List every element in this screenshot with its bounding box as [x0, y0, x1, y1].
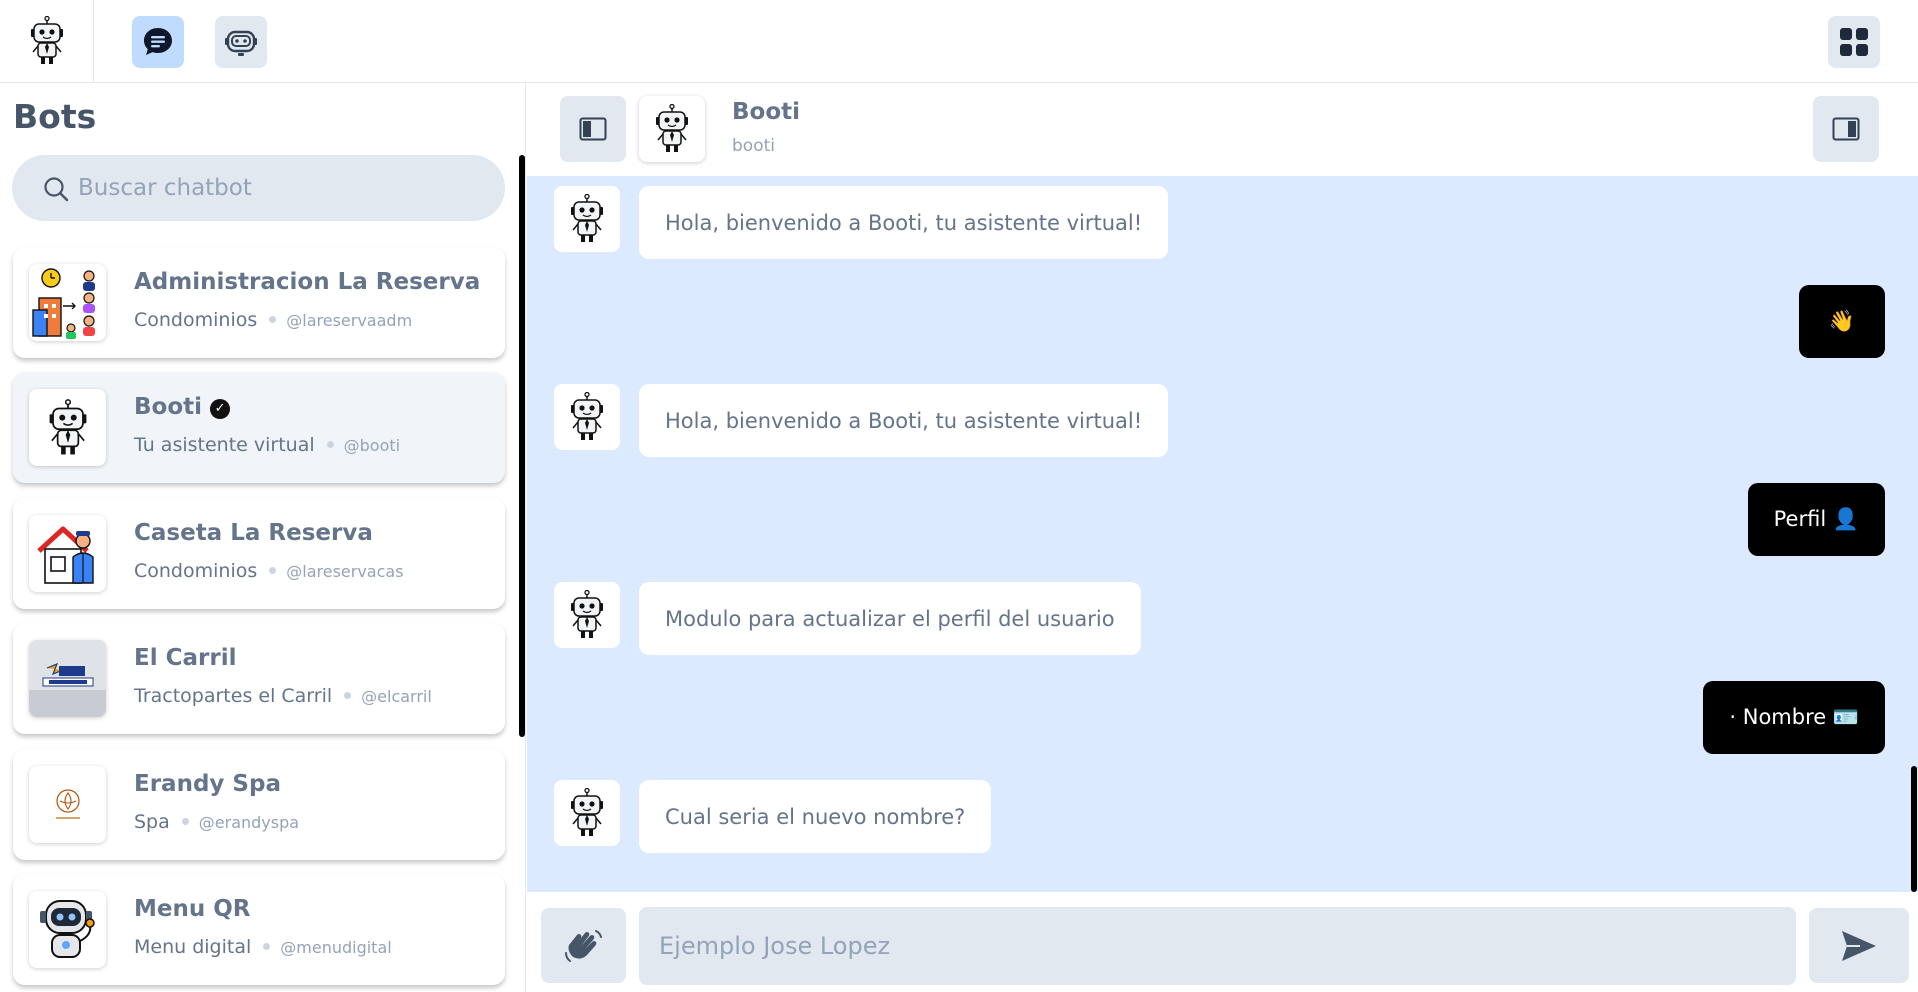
admin-illustration-icon	[31, 267, 95, 339]
bot-name: Caseta La Reserva	[134, 520, 373, 546]
separator-dot	[269, 566, 277, 574]
bot-category: Condominios	[134, 560, 258, 582]
bot-message-avatar	[554, 186, 620, 252]
bot-card-menu-qr[interactable]: Menu QR Menu digital @menudigital	[13, 874, 505, 985]
robot-mascot-icon	[39, 899, 95, 958]
separator-dot	[326, 440, 334, 448]
guard-house-icon	[36, 526, 94, 584]
robot-logo-icon	[27, 16, 67, 66]
bot-category: Menu digital	[134, 936, 252, 958]
bot-card-el-carril[interactable]: El Carril Tractopartes el Carril @elcarri…	[13, 623, 505, 734]
separator-dot	[181, 817, 189, 825]
el-carril-logo-icon	[29, 640, 106, 717]
wave-button[interactable]	[541, 908, 626, 983]
grid-menu-icon	[1840, 28, 1868, 56]
message-composer	[527, 892, 1918, 992]
send-icon	[1842, 930, 1876, 961]
chat-header: Booti booti	[527, 83, 1918, 176]
bot-handle: @lareservacas	[286, 562, 404, 581]
bot-handle: @booti	[343, 436, 401, 455]
bot-handle: @elcarril	[361, 687, 432, 706]
sidebar-title: Bots	[13, 97, 97, 136]
chat-bot-name: Booti	[732, 99, 801, 125]
bot-subtitle: Tu asistente virtual @booti	[134, 434, 400, 456]
bot-message: Hola, bienvenido a Booti, tu asistente v…	[639, 384, 1169, 457]
search-input[interactable]	[78, 165, 478, 211]
bot-category: Condominios	[134, 309, 258, 331]
bot-name-text: Booti	[134, 394, 203, 420]
bot-message: Modulo para actualizar el perfil del usu…	[639, 582, 1141, 655]
top-bar	[0, 0, 1918, 83]
robot-avatar-icon	[567, 788, 607, 838]
bot-avatar	[29, 640, 106, 717]
bot-subtitle: Menu digital @menudigital	[134, 936, 392, 958]
bot-message: Hola, bienvenido a Booti, tu asistente v…	[639, 186, 1169, 259]
bot-message: Cual seria el nuevo nombre?	[639, 780, 992, 853]
robot-avatar-icon	[652, 104, 692, 154]
bot-message-avatar	[554, 582, 620, 648]
chat-scrollbar[interactable]	[1911, 766, 1917, 892]
search-icon	[44, 177, 69, 202]
bot-card-booti[interactable]: Booti ✓ Tu asistente virtual @booti	[13, 372, 505, 483]
bot-avatar	[29, 515, 106, 592]
erandy-spa-logo-icon	[55, 788, 80, 819]
bot-message-avatar	[554, 384, 620, 450]
waving-hand-icon	[564, 929, 602, 962]
bot-handle: @lareservaadm	[286, 311, 413, 330]
bot-avatar	[29, 891, 106, 968]
user-message: · Nombre 🪪	[1703, 681, 1885, 754]
bot-name: Erandy Spa	[134, 771, 281, 797]
separator-dot	[269, 315, 277, 323]
chat-bot-handle: booti	[732, 136, 775, 156]
bot-name: Administracion La Reserva	[134, 269, 481, 295]
search-box[interactable]	[12, 155, 505, 221]
sidebar-right-icon	[1832, 117, 1860, 141]
bot-avatar	[29, 766, 106, 843]
user-message: Perfil 👤	[1747, 483, 1885, 556]
chat-bubble-icon	[144, 28, 172, 55]
bot-message-avatar	[554, 780, 620, 846]
bot-name: Menu QR	[134, 896, 251, 922]
bot-handle: @erandyspa	[198, 813, 300, 832]
bots-sidebar: Bots Buscar chatbot Administracion La Re…	[0, 83, 526, 992]
app-logo[interactable]	[0, 0, 94, 82]
bot-subtitle: Spa @erandyspa	[134, 811, 299, 833]
robot-avatar-icon	[45, 399, 91, 457]
bots-nav-button[interactable]	[215, 16, 267, 68]
bot-card-caseta[interactable]: Caseta La Reserva Condominios @lareservac…	[13, 498, 505, 609]
bot-avatar	[29, 389, 106, 466]
bot-category: Spa	[134, 811, 170, 833]
toggle-left-sidebar-button[interactable]	[560, 96, 626, 162]
message-list: Hola, bienvenido a Booti, tu asistente v…	[527, 176, 1918, 892]
robot-avatar-icon	[567, 392, 607, 442]
bot-subtitle: Tractopartes el Carril @elcarril	[134, 685, 432, 707]
sidebar-left-icon	[579, 117, 607, 141]
robot-avatar-icon	[567, 194, 607, 244]
message-input[interactable]	[639, 907, 1796, 985]
bot-category: Tu asistente virtual	[134, 434, 315, 456]
sidebar-scrollbar[interactable]	[519, 155, 525, 737]
separator-dot	[263, 942, 271, 950]
robot-face-icon	[225, 30, 257, 56]
separator-dot	[344, 691, 352, 699]
user-message: 👋	[1798, 285, 1885, 358]
bot-avatar	[29, 264, 106, 341]
bot-handle: @menudigital	[280, 938, 392, 957]
bot-subtitle: Condominios @lareservaadm	[134, 309, 412, 331]
bot-card-administracion[interactable]: Administracion La Reserva Condominios @la…	[13, 247, 505, 358]
bot-card-erandy-spa[interactable]: Erandy Spa Spa @erandyspa	[13, 749, 505, 860]
bot-name: El Carril	[134, 645, 237, 671]
bot-category: Tractopartes el Carril	[134, 685, 333, 707]
chat-bot-avatar	[639, 96, 705, 162]
verified-check-icon: ✓	[210, 399, 231, 419]
send-button[interactable]	[1809, 908, 1909, 983]
bot-name: Booti ✓	[134, 394, 231, 420]
bot-subtitle: Condominios @lareservacas	[134, 560, 404, 582]
apps-grid-button[interactable]	[1828, 16, 1880, 68]
robot-avatar-icon	[567, 590, 607, 640]
toggle-right-sidebar-button[interactable]	[1813, 96, 1879, 162]
chats-nav-button[interactable]	[132, 16, 184, 68]
